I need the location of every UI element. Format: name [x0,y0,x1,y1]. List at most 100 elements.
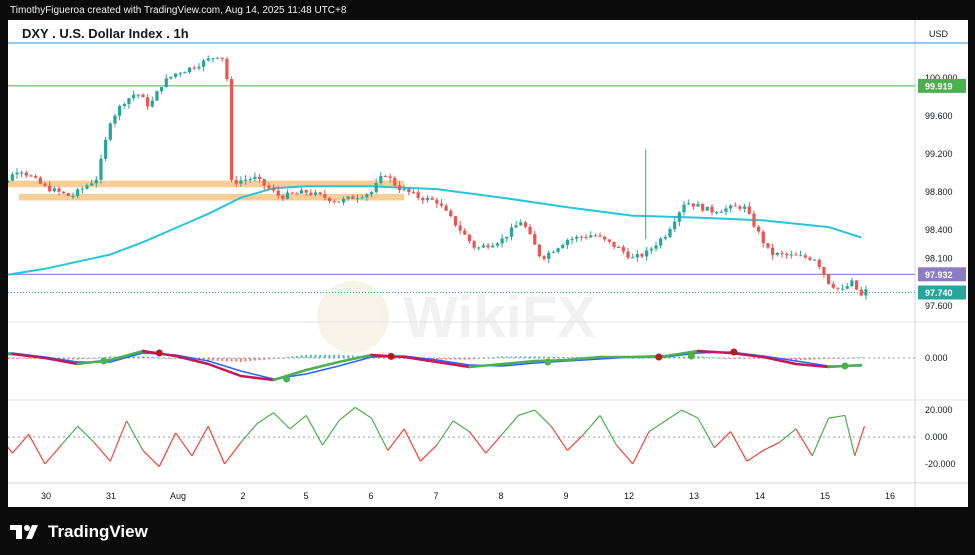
candle-body [621,247,625,252]
macd-histogram-bar [836,358,839,359]
macd-histogram-bar [281,357,284,359]
candle-body [169,76,173,79]
macd-histogram-bar [501,356,504,358]
macd-histogram-bar [132,356,135,358]
macd-crossover-dot [730,348,738,356]
macd-histogram-bar [487,357,490,359]
osc-line-segment [844,415,856,456]
time-tick-label: 12 [624,491,634,501]
osc-line-segment [305,415,324,446]
price-tick-label: 99.600 [925,111,953,121]
macd-histogram-bar [16,358,19,359]
candle-body [341,198,346,203]
candle-body [551,251,556,253]
candle-body [822,267,826,275]
candle-body [136,94,140,96]
macd-line-segment [304,360,341,372]
macd-histogram-bar [221,358,224,362]
time-tick-label: 31 [106,491,116,501]
macd-histogram-bar [566,357,569,358]
candle-body [99,158,103,180]
candle-body [575,236,579,239]
chart-area[interactable]: WikiFX 100.000 99.600 99.200 98.800 98.400 98… [0,20,968,507]
osc-line-segment [126,420,144,451]
osc-line-segment [322,420,340,446]
macd-histogram-bar [449,358,452,360]
candle-body [178,73,182,75]
macd-histogram-bar [524,356,527,358]
macd-histogram-bar [683,356,686,358]
macd-histogram-bar [244,358,247,362]
osc-line-segment [713,431,732,449]
macd-histogram-bar [342,355,345,358]
candle-body [351,196,355,199]
osc-line-segment [0,435,13,454]
macd-histogram-bar [20,358,23,359]
candle-body [248,179,252,181]
osc-line-segment [289,414,307,430]
macd-histogram-bar [757,358,760,359]
macd-histogram-bar [216,358,219,361]
macd-histogram-bar [552,356,555,358]
price-axis[interactable]: 100.00099.60099.20098.80098.40098.10097.… [918,73,966,469]
macd-histogram-bar [505,356,508,358]
macd-pane[interactable] [0,348,915,383]
candle-body [355,198,360,200]
candle-body [509,227,514,237]
candle-body [631,257,635,259]
macd-histogram-bar [697,356,699,358]
candle-body [309,192,313,195]
macd-histogram-bar [295,355,298,358]
osc-line-segment [697,417,715,449]
candle-body [495,243,500,246]
osc-line-segment [60,425,79,446]
macd-histogram-bar [165,358,168,359]
candle-body [383,175,388,177]
watermark-text: WikiFX [403,285,596,350]
currency-label[interactable]: USD [929,29,949,39]
macd-histogram-bar [496,356,499,358]
macd-histogram-bar [263,358,266,360]
time-tick-label: 5 [303,491,308,501]
osc-line-segment [403,428,422,462]
symbol-title[interactable]: DXY . U.S. Dollar Index . 1h [22,26,189,41]
oscillator-pane[interactable] [0,406,915,467]
macd-histogram-bar [710,357,713,359]
candle-body [239,180,243,184]
candle-body [15,172,19,175]
candle-body [472,241,476,248]
candle-body [43,183,47,186]
candle-body [607,239,611,242]
macd-histogram-bar [533,356,536,358]
time-tick-label: 7 [433,491,438,501]
candle-body [90,183,94,186]
time-tick-label: 13 [689,491,699,501]
macd-histogram-bar [211,358,214,361]
chart-credit: TimothyFigueroa created with TradingView… [10,5,347,16]
macd-histogram-bar [67,358,70,360]
candle-body [729,205,733,209]
candle-body [719,211,723,213]
macd-histogram-bar [477,358,480,359]
time-tick-label: 9 [563,491,568,501]
macd-histogram-bar [743,358,746,359]
candle-body [771,247,775,255]
tradingview-logo[interactable]: TradingView [10,520,160,544]
chart-svg[interactable]: WikiFX 100.00099.60099.20098.80098.40098… [0,20,968,507]
candle-body [789,254,793,256]
candle-body [327,197,332,202]
macd-histogram-bar [701,356,704,358]
macd-histogram-bar [440,358,443,360]
candle-body [122,104,126,106]
time-axis[interactable]: 30 31 Aug 2 5 6 7 8 9 12 13 14 15 16 [41,491,895,501]
macd-histogram-bar [557,356,560,358]
price-pane[interactable] [0,55,915,300]
candle-body [743,206,747,209]
candle-body [481,245,486,248]
candle-body [104,139,108,159]
osc-line-segment [240,423,258,443]
candle-body [20,172,24,174]
price-label-text: 99.919 [925,81,953,91]
candle-body [313,192,318,195]
candle-body [374,183,378,193]
